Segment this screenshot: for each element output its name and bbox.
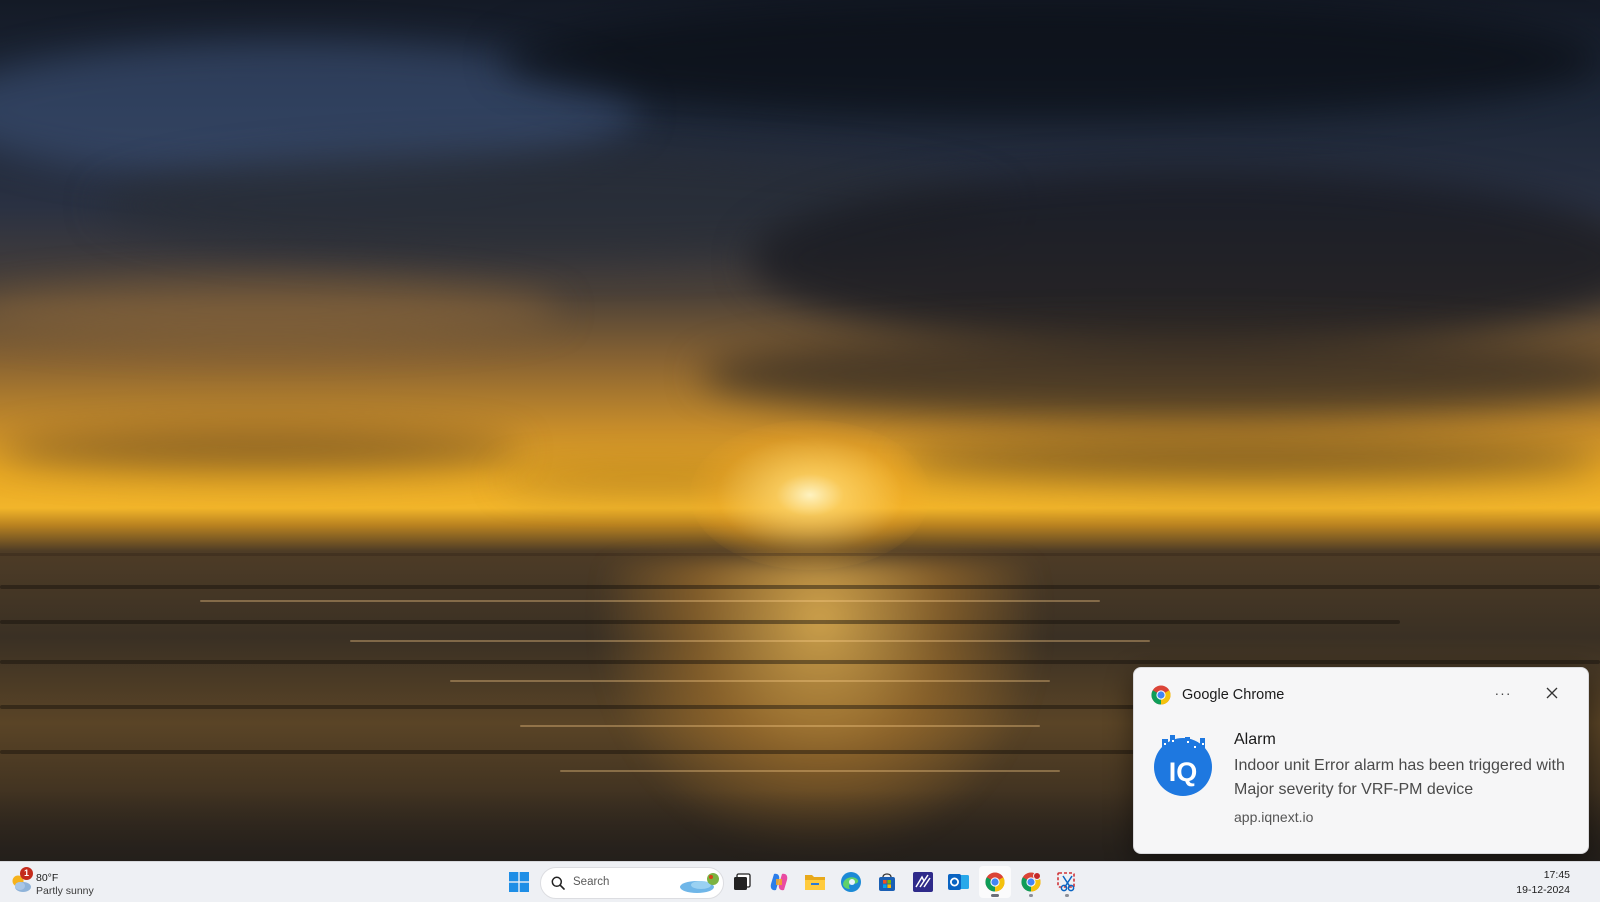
notification-app-name: Google Chrome [1182, 687, 1285, 703]
outlook-button[interactable] [943, 866, 975, 898]
chrome-profile-icon [1021, 872, 1041, 892]
notification-body: Indoor unit Error alarm has been trigger… [1234, 757, 1565, 798]
snipping-tool-button[interactable] [1051, 866, 1083, 898]
system-clock[interactable]: 17:45 19-12-2024 [1516, 869, 1570, 896]
chrome-profile-taskbar-button[interactable] [1015, 866, 1047, 898]
app-icon [913, 872, 933, 892]
sun [690, 420, 930, 570]
chrome-icon [985, 872, 1005, 892]
start-button[interactable] [503, 866, 535, 898]
file-explorer-button[interactable] [799, 866, 831, 898]
file-explorer-icon [805, 875, 825, 890]
pinned-app-button[interactable] [907, 866, 939, 898]
more-options-button[interactable]: ··· [1486, 680, 1520, 706]
iq-logo-text: IQ [1169, 757, 1198, 787]
notification-title: Alarm [1234, 731, 1276, 748]
taskbar-search-box[interactable]: Search [540, 867, 724, 899]
edge-button[interactable] [835, 866, 867, 898]
chrome-icon [1151, 685, 1171, 705]
search-highlight-icon [680, 873, 719, 893]
outlook-icon [948, 874, 969, 890]
microsoft-store-button[interactable] [871, 866, 903, 898]
search-icon [551, 876, 565, 890]
copilot-icon [770, 873, 788, 891]
windows-start-icon [509, 872, 529, 892]
chrome-taskbar-button[interactable] [979, 866, 1011, 898]
task-view-button[interactable] [726, 866, 758, 898]
task-view-icon [734, 873, 751, 890]
weather-condition: Partly sunny [36, 885, 94, 897]
edge-icon [841, 872, 861, 892]
weather-widget[interactable]: 1 80°F Partly sunny [8, 865, 118, 899]
iqnext-logo-icon: IQ [1152, 735, 1214, 797]
search-placeholder: Search [573, 876, 610, 888]
taskbar: 1 80°F Partly sunny Search 17:45 19-12-2… [0, 861, 1600, 902]
copilot-button[interactable] [763, 866, 795, 898]
weather-temperature: 80°F [36, 872, 59, 884]
clock-date: 19-12-2024 [1516, 884, 1570, 896]
store-icon [879, 873, 895, 891]
close-notification-button[interactable] [1535, 680, 1569, 706]
toast-header: Google Chrome [1151, 684, 1284, 706]
chrome-notification-toast[interactable]: Google Chrome ··· IQ Alarm Indoor unit E… [1133, 667, 1589, 854]
close-icon [1546, 687, 1558, 699]
snipping-tool-icon [1057, 872, 1075, 892]
clock-time: 17:45 [1543, 869, 1570, 881]
notification-source: app.iqnext.io [1234, 809, 1314, 825]
notification-badge: 1 [20, 867, 33, 880]
